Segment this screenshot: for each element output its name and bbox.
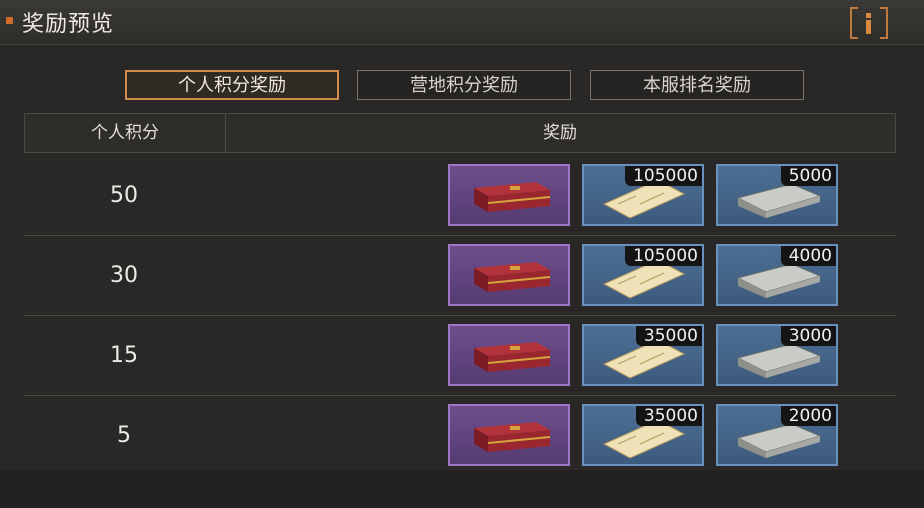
reward-item-chest[interactable] — [448, 244, 570, 306]
page-title: 奖励预览 — [22, 12, 115, 37]
tab-server-ranking[interactable]: 本服排名奖励 — [590, 70, 804, 100]
row-score: 30 — [110, 263, 138, 288]
reward-quantity: 35000 — [635, 326, 702, 346]
row-score: 5 — [117, 423, 131, 448]
reward-item-chest[interactable] — [448, 164, 570, 226]
info-icon-stem — [866, 20, 871, 34]
red-chest-icon — [474, 182, 551, 212]
reward-quantity: 5000 — [780, 166, 836, 186]
reward-item-scroll[interactable]: 35000 — [582, 324, 704, 386]
reward-item-chest[interactable] — [448, 404, 570, 466]
title-accent-marker — [6, 17, 13, 24]
red-chest-icon — [474, 342, 551, 372]
title-bar: 奖励预览 — [0, 0, 924, 45]
tab-personal-points[interactable]: 个人积分奖励 — [125, 70, 339, 100]
red-chest-icon — [474, 422, 551, 452]
reward-item-scroll[interactable]: 35000 — [582, 404, 704, 466]
reward-item-scroll[interactable]: 105000 — [582, 164, 704, 226]
reward-quantity: 105000 — [625, 246, 702, 266]
reward-quantity: 2000 — [780, 406, 836, 426]
row-score: 15 — [110, 343, 138, 368]
column-header-reward: 奖励 — [543, 123, 577, 143]
table-header: 个人积分 奖励 — [24, 113, 896, 153]
bottom-bar — [0, 470, 924, 508]
info-icon — [866, 13, 871, 18]
tab-camp-points[interactable]: 营地积分奖励 — [357, 70, 571, 100]
table-row: 15 35000 3000 — [24, 316, 896, 396]
info-icon-bracket-right — [880, 7, 888, 39]
table-row: 30 105000 4000 — [24, 236, 896, 316]
reward-quantity: 105000 — [625, 166, 702, 186]
reward-quantity: 4000 — [780, 246, 836, 266]
red-chest-icon — [474, 262, 551, 292]
reward-item-cash[interactable]: 4000 — [716, 244, 838, 306]
reward-item-cash[interactable]: 3000 — [716, 324, 838, 386]
table-row: 5 35000 2000 — [24, 396, 896, 476]
reward-item-scroll[interactable]: 105000 — [582, 244, 704, 306]
column-header-score: 个人积分 — [25, 114, 226, 152]
reward-item-cash[interactable]: 5000 — [716, 164, 838, 226]
row-score: 50 — [110, 183, 138, 208]
table-row: 50 105000 5000 — [24, 156, 896, 236]
info-button[interactable] — [850, 7, 888, 39]
reward-item-cash[interactable]: 2000 — [716, 404, 838, 466]
reward-item-chest[interactable] — [448, 324, 570, 386]
reward-quantity: 3000 — [780, 326, 836, 346]
reward-quantity: 35000 — [635, 406, 702, 426]
info-icon-bracket-left — [850, 7, 858, 39]
